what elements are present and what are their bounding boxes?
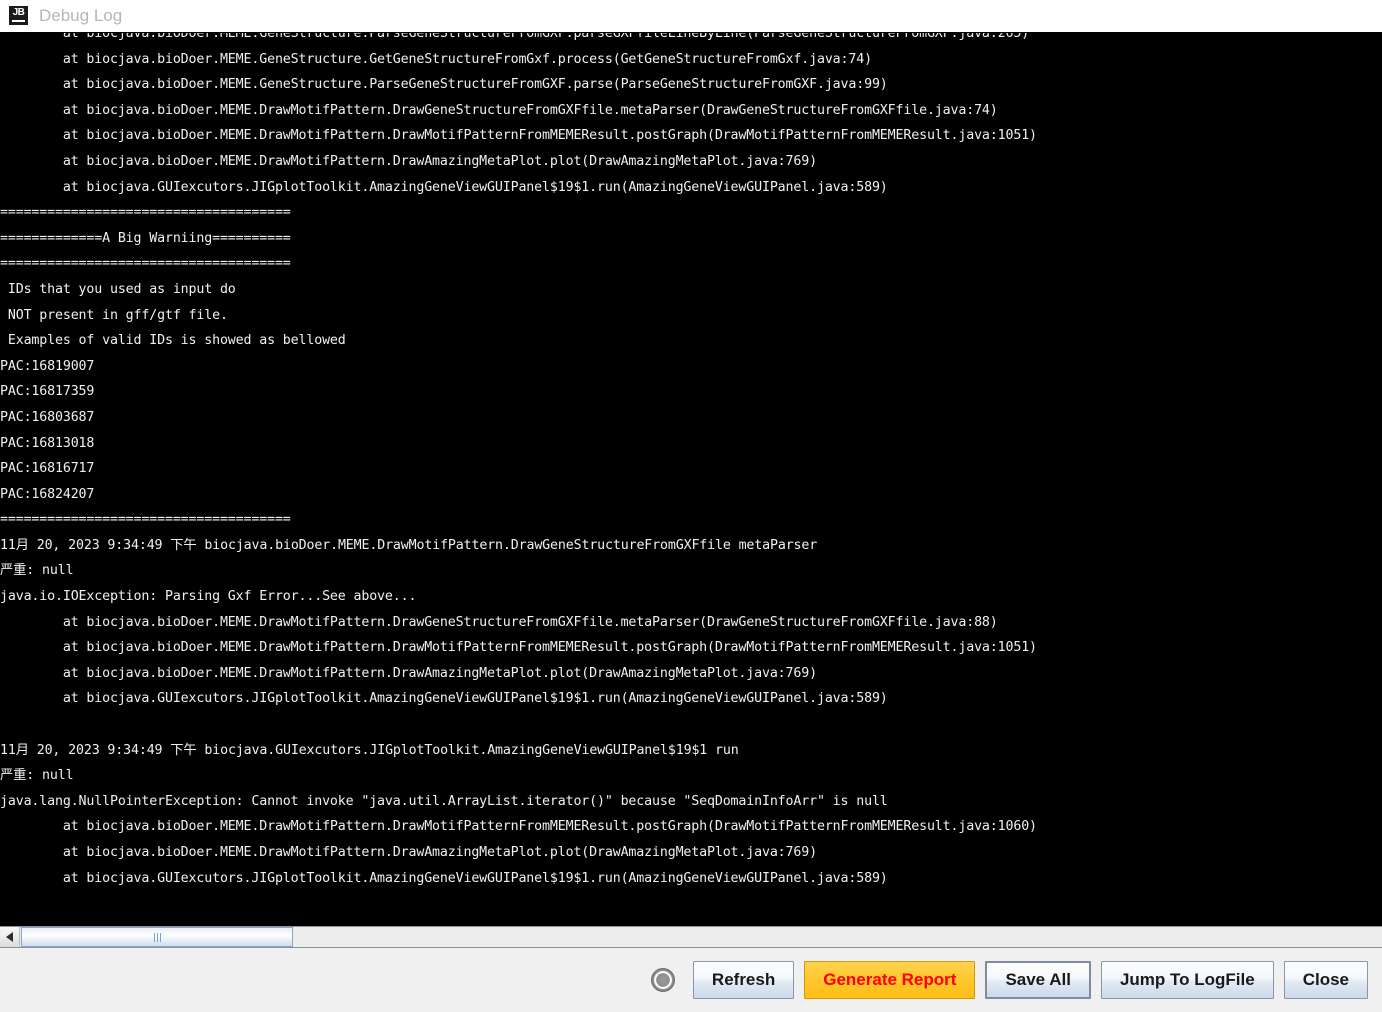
window-titlebar: JB Debug Log (0, 0, 1382, 32)
log-line: ===================================== (0, 512, 291, 528)
log-line: at biocjava.GUIexcutors.JIGplotToolkit.A… (0, 179, 888, 195)
log-line: 严重: null (0, 563, 74, 579)
log-console-viewport[interactable]: at biocjava.bioDoer.MEME.GeneStructure.P… (0, 32, 1382, 926)
triangle-left-icon (6, 932, 13, 942)
log-line: at biocjava.bioDoer.MEME.DrawMotifPatter… (0, 819, 1037, 835)
jb-icon-label: JB (12, 7, 25, 18)
log-line: PAC:16813018 (0, 435, 95, 451)
log-line: at biocjava.bioDoer.MEME.DrawMotifPatter… (0, 640, 1037, 656)
log-line: 11月 20, 2023 9:34:49 下午 biocjava.GUIexcu… (0, 742, 739, 758)
log-line: PAC:16803687 (0, 409, 95, 425)
save-all-button[interactable]: Save All (985, 961, 1091, 999)
grip-lines-icon (153, 932, 161, 942)
jb-icon-underline (12, 20, 25, 22)
close-button[interactable]: Close (1283, 961, 1368, 999)
log-line: at biocjava.bioDoer.MEME.GeneStructure.P… (0, 32, 1030, 41)
horizontal-scrollbar[interactable] (0, 926, 1382, 948)
window-title: Debug Log (39, 5, 123, 25)
generate-report-button[interactable]: Generate Report (804, 961, 976, 999)
log-line: ===================================== (0, 256, 291, 272)
scroll-left-button[interactable] (0, 927, 20, 947)
log-line: at biocjava.bioDoer.MEME.GeneStructure.G… (0, 51, 872, 67)
log-line: at biocjava.bioDoer.MEME.GeneStructure.P… (0, 77, 888, 93)
log-line: =============A Big Warniing========== (0, 230, 291, 246)
log-line: Examples of valid IDs is showed as bello… (0, 333, 346, 349)
log-line: at biocjava.bioDoer.MEME.DrawMotifPatter… (0, 665, 817, 681)
jump-to-logfile-button[interactable]: Jump To LogFile (1100, 961, 1274, 999)
log-line: at biocjava.GUIexcutors.JIGplotToolkit.A… (0, 870, 888, 886)
log-line: 11月 20, 2023 9:34:49 下午 biocjava.bioDoer… (0, 537, 818, 553)
scrollbar-thumb[interactable] (21, 927, 293, 947)
log-line: at biocjava.bioDoer.MEME.DrawMotifPatter… (0, 614, 998, 630)
log-line: java.io.IOException: Parsing Gxf Error..… (0, 589, 417, 605)
log-line: at biocjava.GUIexcutors.JIGplotToolkit.A… (0, 691, 888, 707)
log-line: java.lang.NullPointerException: Cannot i… (0, 793, 888, 809)
status-led-icon (650, 968, 675, 992)
log-line: IDs that you used as input do (0, 281, 236, 297)
refresh-button[interactable]: Refresh (692, 961, 795, 999)
log-line: PAC:16819007 (0, 358, 95, 374)
log-line: PAC:16816717 (0, 461, 95, 477)
log-console-text: at biocjava.bioDoer.MEME.GeneStructure.P… (0, 32, 1382, 891)
log-line: at biocjava.bioDoer.MEME.DrawMotifPatter… (0, 128, 1037, 144)
log-line: at biocjava.bioDoer.MEME.DrawMotifPatter… (0, 102, 998, 118)
log-line: PAC:16817359 (0, 384, 95, 400)
log-line: at biocjava.bioDoer.MEME.DrawMotifPatter… (0, 845, 817, 860)
footer-button-bar: Refresh Generate Report Save All Jump To Lo… (0, 948, 1382, 1012)
log-line: NOT present in gff/gtf file. (0, 307, 228, 323)
debug-log-window: JB Debug Log at biocjava.bioDoer.MEME.Ge… (0, 0, 1382, 1012)
jetbrains-jb-icon: JB (9, 6, 28, 25)
log-line: at biocjava.bioDoer.MEME.DrawMotifPatter… (0, 153, 817, 169)
log-line: PAC:16824207 (0, 486, 95, 502)
scrollbar-track[interactable] (20, 927, 1382, 947)
log-line: ===================================== (0, 205, 291, 221)
log-line: 严重: null (0, 768, 74, 784)
